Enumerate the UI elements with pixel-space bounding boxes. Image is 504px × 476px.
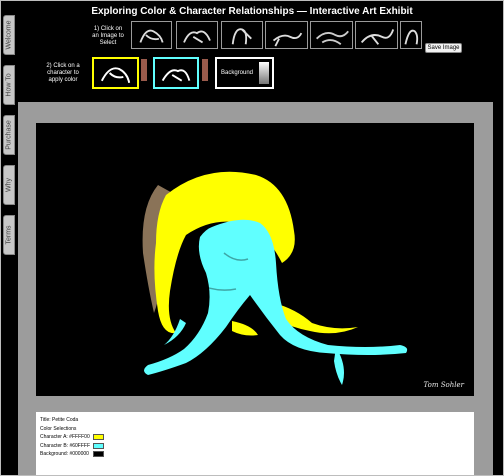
tab-how-to-label: How To bbox=[5, 73, 13, 97]
thumbnail-3[interactable] bbox=[221, 21, 263, 49]
dancer-thumbnail-icon bbox=[183, 30, 211, 44]
background-swatch bbox=[93, 451, 104, 457]
dancer-thumbnail-icon bbox=[272, 32, 303, 47]
tab-welcome-label: Welcome bbox=[5, 20, 13, 50]
thumbnail-5[interactable] bbox=[310, 21, 353, 49]
colored-dancers-artwork bbox=[142, 171, 408, 385]
character-a-foot[interactable] bbox=[232, 321, 258, 336]
artwork-stage: Tom Sohler Title: Petite Coda Color Sele… bbox=[18, 102, 493, 475]
dancer-thumbnail-icon bbox=[139, 29, 164, 43]
tab-terms[interactable]: Terms bbox=[3, 215, 15, 255]
artist-signature: Tom Sohler bbox=[423, 381, 464, 389]
tab-welcome[interactable]: Welcome bbox=[3, 15, 15, 55]
dancer-thumbnail-icon bbox=[315, 30, 349, 46]
artwork-canvas[interactable]: Tom Sohler bbox=[36, 123, 474, 396]
info-panel: Title: Petite Coda Color Selections Char… bbox=[36, 412, 474, 475]
character-a-swatch bbox=[93, 434, 104, 440]
thumbnail-6[interactable] bbox=[355, 21, 398, 49]
dancer-thumbnail-icon bbox=[360, 29, 395, 45]
tab-why[interactable]: Why bbox=[3, 165, 15, 205]
character-a-box[interactable] bbox=[92, 57, 139, 89]
background-box[interactable]: Background bbox=[215, 57, 274, 89]
dancer-thumbnail-icon bbox=[231, 28, 252, 45]
tab-purchase[interactable]: Purchase bbox=[3, 115, 15, 155]
thumbnail-1[interactable] bbox=[131, 21, 172, 49]
page-title: Exploring Color & Character Relationship… bbox=[91, 6, 413, 17]
app-window: Welcome How To Purchase Why Terms Explor… bbox=[0, 0, 504, 476]
background-gradient-swatch bbox=[259, 62, 269, 84]
background-color-text: Background: #000000 bbox=[40, 451, 89, 457]
character-b-color-bar bbox=[202, 59, 208, 81]
character-b-box[interactable] bbox=[153, 57, 199, 89]
sidebar: Welcome How To Purchase Why Terms bbox=[2, 1, 16, 475]
artwork-title: Title: Petite Coda bbox=[40, 417, 79, 423]
color-selections-heading: Color Selections bbox=[40, 426, 77, 432]
save-image-button[interactable]: Save Image bbox=[425, 43, 462, 53]
step1-instructions: 1) Click on an Image to Select bbox=[92, 26, 124, 46]
dancer-thumbnail-icon bbox=[404, 29, 419, 45]
character-a-color-text: Character A: #FFFF00 bbox=[40, 434, 90, 440]
dancer-a-icon bbox=[100, 67, 131, 83]
tab-terms-label: Terms bbox=[5, 225, 13, 245]
tab-why-label: Why bbox=[5, 178, 13, 192]
background-label: Background bbox=[221, 70, 254, 76]
thumbnail-7[interactable] bbox=[400, 21, 422, 49]
step2-instructions: 2) Click on a character to apply color bbox=[46, 63, 80, 83]
character-a-color-bar bbox=[141, 59, 147, 81]
dancer-b-icon bbox=[161, 69, 191, 82]
character-b-color-text: Character B: #60FFFF bbox=[40, 443, 91, 449]
character-b-swatch bbox=[93, 443, 104, 449]
thumbnail-2[interactable] bbox=[176, 21, 218, 49]
tab-how-to[interactable]: How To bbox=[3, 65, 15, 105]
tab-purchase-label: Purchase bbox=[5, 120, 13, 150]
thumbnail-4[interactable] bbox=[265, 21, 308, 49]
